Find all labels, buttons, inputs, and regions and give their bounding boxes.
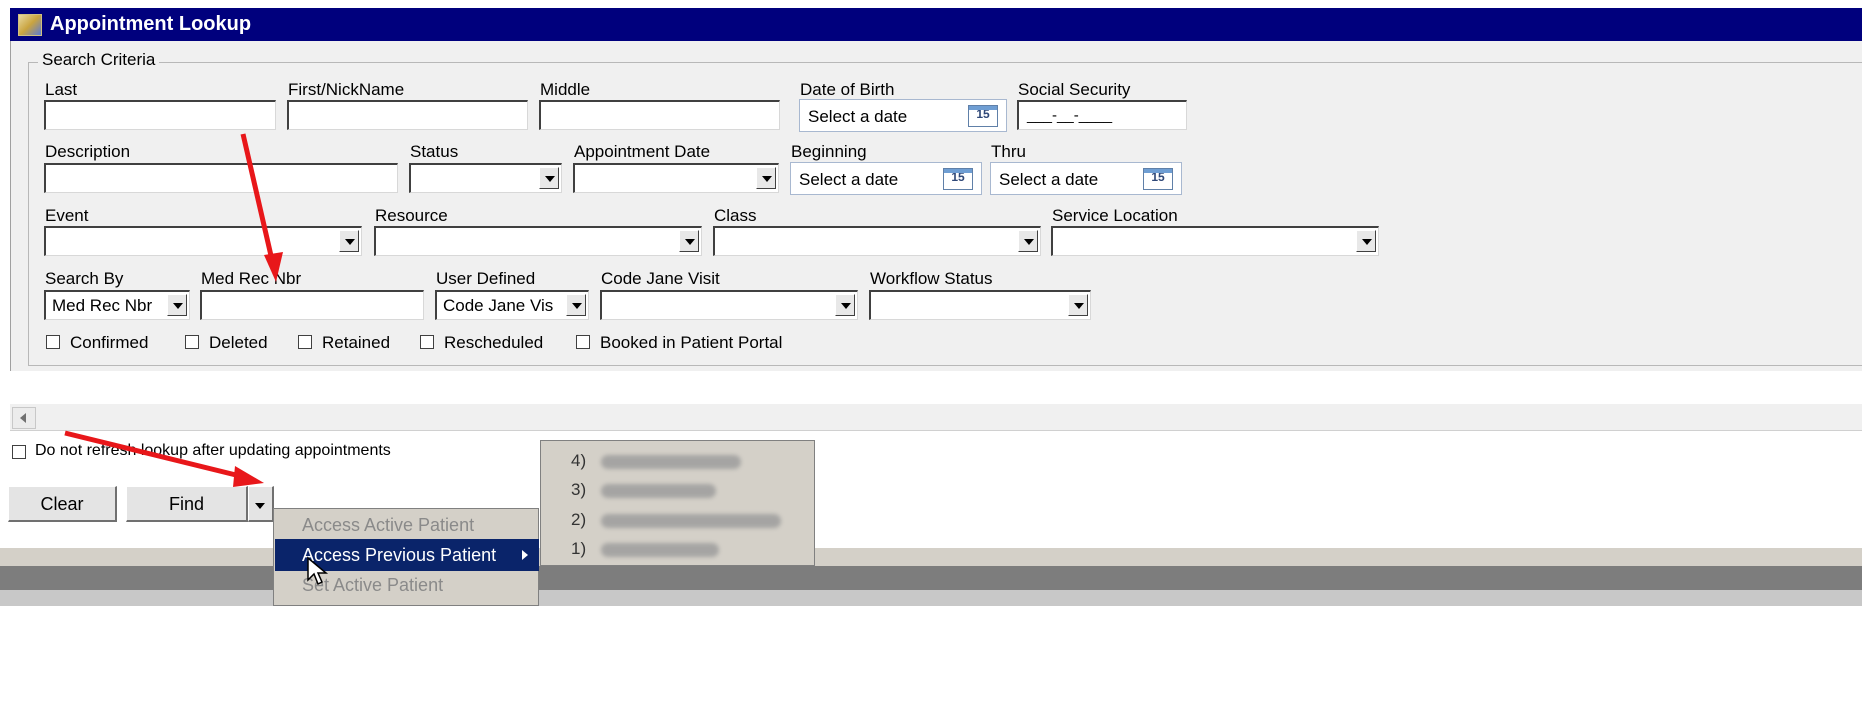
first-name-input[interactable] bbox=[287, 100, 528, 130]
find-options-dropdown-button[interactable] bbox=[248, 486, 274, 522]
menu-item-access-active-patient[interactable]: Access Active Patient bbox=[302, 515, 474, 536]
do-not-refresh-label: Do not refresh lookup after updating app… bbox=[35, 442, 391, 459]
service-location-dropdown[interactable] bbox=[1051, 226, 1379, 256]
status-dropdown[interactable] bbox=[409, 163, 562, 193]
previous-patient-number: 3) bbox=[571, 480, 587, 499]
previous-patient-3[interactable] bbox=[601, 484, 716, 498]
confirmed-label: Confirmed bbox=[70, 333, 149, 352]
workflow-status-dropdown[interactable] bbox=[869, 290, 1091, 320]
calendar-icon[interactable]: 15 bbox=[1143, 168, 1173, 190]
previous-patient-1[interactable] bbox=[601, 543, 719, 557]
service-location-arrow-icon[interactable] bbox=[1356, 230, 1376, 252]
find-button[interactable]: Find bbox=[126, 486, 248, 522]
code-jane-visit-dropdown[interactable] bbox=[600, 290, 858, 320]
search-by-arrow-icon[interactable] bbox=[167, 294, 187, 316]
previous-patient-4[interactable] bbox=[601, 455, 741, 469]
last-name-label: Last bbox=[45, 80, 78, 99]
ssn-input[interactable]: ___-__-____ bbox=[1017, 100, 1187, 130]
chevron-down-icon bbox=[255, 503, 265, 509]
event-dropdown[interactable] bbox=[44, 226, 362, 256]
user-defined-dropdown[interactable]: Code Jane Visit bbox=[435, 290, 589, 320]
deleted-label: Deleted bbox=[209, 333, 268, 352]
search-by-dropdown[interactable]: Med Rec Nbr bbox=[44, 290, 190, 320]
thru-date-text: Select a date bbox=[999, 170, 1099, 189]
app-icon bbox=[18, 14, 42, 36]
search-by-value: Med Rec Nbr bbox=[52, 296, 152, 315]
appointment-date-arrow-icon[interactable] bbox=[756, 167, 776, 189]
beginning-label: Beginning bbox=[791, 142, 867, 161]
status-dropdown-arrow-icon[interactable] bbox=[539, 167, 559, 189]
user-defined-value: Code Jane Visit bbox=[443, 296, 553, 315]
description-label: Description bbox=[45, 142, 131, 161]
rescheduled-label: Rescheduled bbox=[444, 333, 544, 352]
user-defined-label: User Defined bbox=[436, 269, 536, 288]
beginning-date-text: Select a date bbox=[799, 170, 899, 189]
user-defined-arrow-icon[interactable] bbox=[566, 294, 586, 316]
dob-date-text: Select a date bbox=[808, 107, 908, 126]
workflow-status-arrow-icon[interactable] bbox=[1068, 294, 1088, 316]
previous-patients-submenu: 4) 3) 2) 1) bbox=[540, 440, 815, 566]
resource-dropdown[interactable] bbox=[374, 226, 702, 256]
middle-name-label: Middle bbox=[540, 80, 591, 99]
retained-label: Retained bbox=[322, 333, 391, 352]
service-location-label: Service Location bbox=[1052, 206, 1178, 225]
first-name-label: First/NickName bbox=[288, 80, 405, 99]
mouse-cursor-icon bbox=[307, 556, 329, 586]
scroll-left-arrow-icon[interactable] bbox=[12, 407, 36, 429]
previous-patient-number: 1) bbox=[571, 539, 587, 558]
status-label: Status bbox=[410, 142, 459, 161]
do-not-refresh-checkbox[interactable] bbox=[12, 445, 26, 459]
event-label: Event bbox=[45, 206, 89, 225]
booked-patient-portal-label: Booked in Patient Portal bbox=[600, 333, 783, 352]
class-dropdown[interactable] bbox=[713, 226, 1041, 256]
ssn-label: Social Security bbox=[1018, 80, 1131, 99]
appointment-date-dropdown[interactable] bbox=[573, 163, 779, 193]
beginning-date-picker[interactable]: Select a date 15 bbox=[790, 162, 982, 195]
class-label: Class bbox=[714, 206, 757, 225]
previous-patient-number: 2) bbox=[571, 510, 587, 529]
description-input[interactable] bbox=[44, 163, 398, 193]
menu-item-access-previous-patient[interactable]: Access Previous Patient bbox=[302, 545, 496, 566]
clear-button[interactable]: Clear bbox=[8, 486, 117, 522]
med-rec-nbr-input[interactable] bbox=[200, 290, 424, 320]
thru-label: Thru bbox=[991, 142, 1026, 161]
confirmed-checkbox[interactable] bbox=[46, 335, 60, 349]
appointment-date-label: Appointment Date bbox=[574, 142, 711, 161]
booked-patient-portal-checkbox[interactable] bbox=[576, 335, 590, 349]
search-criteria-legend: Search Criteria bbox=[38, 50, 160, 70]
dob-date-picker[interactable]: Select a date 15 bbox=[799, 99, 1007, 132]
rescheduled-checkbox[interactable] bbox=[420, 335, 434, 349]
code-jane-visit-label: Code Jane Visit bbox=[601, 269, 720, 288]
middle-name-input[interactable] bbox=[539, 100, 780, 130]
window-title: Appointment Lookup bbox=[50, 13, 252, 35]
retained-checkbox[interactable] bbox=[298, 335, 312, 349]
class-dropdown-arrow-icon[interactable] bbox=[1018, 230, 1038, 252]
deleted-checkbox[interactable] bbox=[185, 335, 199, 349]
code-jane-visit-arrow-icon[interactable] bbox=[835, 294, 855, 316]
resource-label: Resource bbox=[375, 206, 448, 225]
annotation-arrowhead bbox=[233, 466, 264, 487]
previous-patient-number: 4) bbox=[571, 451, 587, 470]
med-rec-nbr-label: Med Rec Nbr bbox=[201, 269, 302, 288]
last-name-input[interactable] bbox=[44, 100, 276, 130]
resource-dropdown-arrow-icon[interactable] bbox=[679, 230, 699, 252]
submenu-arrow-icon bbox=[522, 550, 528, 560]
title-bar: Appointment Lookup bbox=[10, 8, 1862, 41]
event-dropdown-arrow-icon[interactable] bbox=[339, 230, 359, 252]
horizontal-scrollbar[interactable] bbox=[10, 404, 1862, 431]
dob-label: Date of Birth bbox=[800, 80, 895, 99]
workflow-status-label: Workflow Status bbox=[870, 269, 993, 288]
previous-patient-2[interactable] bbox=[601, 514, 781, 528]
thru-date-picker[interactable]: Select a date 15 bbox=[990, 162, 1182, 195]
calendar-icon[interactable]: 15 bbox=[943, 168, 973, 190]
calendar-icon[interactable]: 15 bbox=[968, 105, 998, 127]
search-by-label: Search By bbox=[45, 269, 124, 288]
